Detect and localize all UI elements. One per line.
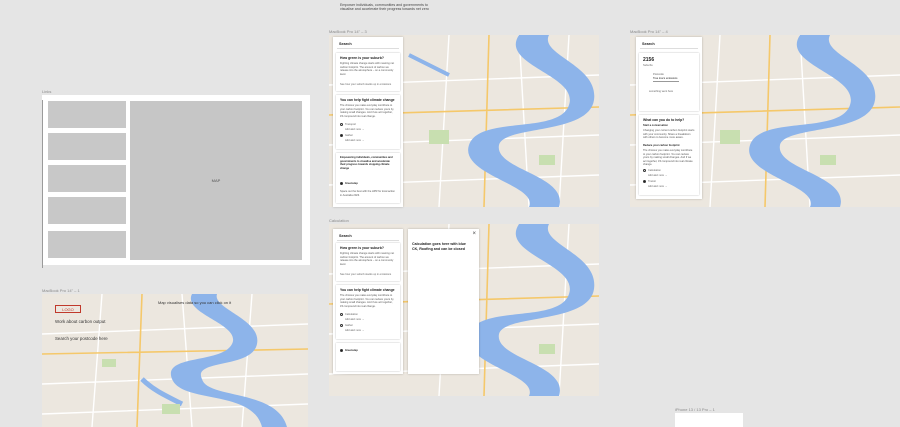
option-radio[interactable] [340, 134, 343, 137]
search-input[interactable]: Search [640, 40, 698, 49]
option-label: Greenstep [345, 349, 358, 352]
card-title: You can help fight climate change [340, 288, 395, 292]
option-radio[interactable] [340, 349, 343, 352]
search-input[interactable]: Search [337, 232, 399, 241]
card-link[interactable]: See how your suburb stacks up in emissio… [340, 83, 391, 86]
mission-card: Empowering individuals, communities and … [336, 153, 400, 203]
wireframe-divider [42, 100, 43, 268]
card-title: How green is your suburb? [340, 246, 384, 250]
option-link[interactable]: Add alert now → [345, 128, 364, 131]
modal-title: Calculation goes here with blue CK, Roof… [412, 242, 466, 251]
card-text: The choices you make everyday contribute… [340, 104, 394, 118]
side-panel: Search How green is your suburb? Fightin… [333, 37, 403, 207]
option-radio[interactable] [643, 180, 646, 183]
side-panel: Search How green is your suburb? Fightin… [333, 229, 403, 374]
option-radio[interactable] [340, 324, 343, 327]
section-text: The choices you make everyday contribute… [643, 149, 693, 166]
side-panel: Search 2156 Suburbs Postcode Tree tree's… [636, 37, 702, 199]
stats-card: 2156 Suburbs Postcode Tree tree's emissi… [639, 53, 699, 111]
stat-field: Postcode [653, 73, 664, 76]
card-title: What can you do to help? [643, 118, 685, 122]
frame-label-calculation: Calculation [329, 218, 349, 223]
list-placeholder [48, 133, 126, 160]
divider [653, 81, 679, 82]
list-placeholder [48, 165, 126, 192]
frame-label-landing: MacBook Pro 14" – 1 [42, 288, 80, 293]
list-placeholder [48, 197, 126, 224]
mission-card: Greenstep [336, 343, 400, 371]
action-card: You can help fight climate change The ch… [336, 285, 400, 339]
map-view[interactable] [42, 294, 308, 427]
list-placeholder [48, 101, 126, 128]
close-icon[interactable]: × [472, 231, 476, 237]
calculation-modal: Calculation goes here with blue CK, Roof… [408, 229, 479, 374]
section-title: Reduce your carbon footprint [643, 144, 680, 147]
card-text: Space out the best with the HPR for loca… [340, 190, 395, 197]
card-title: Empowering individuals, communities and … [340, 156, 393, 170]
stat-unit: Suburbs [643, 64, 653, 67]
postcode-search-prompt[interactable]: Search your postcode here [55, 336, 108, 341]
map-placeholder-label: MAP [211, 178, 221, 183]
action-card: You can help fight climate change The ch… [336, 95, 400, 149]
option-label: Calculation [345, 313, 358, 316]
card-text: Fighting climate change starts with meet… [340, 252, 395, 266]
frame-label-panel-a: MacBook Pro 14" – 3 [329, 29, 367, 34]
logo[interactable]: LOGO [55, 305, 81, 313]
frame-label-mobile: iPhone 13 / 13 Pro – 1 [675, 407, 715, 412]
option-radio[interactable] [643, 169, 646, 172]
option-label: Transit [648, 180, 656, 183]
option-label: Transport [345, 123, 357, 126]
card-title: How green is your suburb? [340, 56, 384, 60]
action-link[interactable]: something went here [649, 90, 673, 93]
wireframe-label: Links [42, 89, 52, 94]
search-input[interactable]: Search [337, 40, 399, 49]
map-graphic [42, 294, 308, 427]
card-text: Fighting climate change starts with meet… [340, 62, 395, 76]
option-radio[interactable] [340, 313, 343, 316]
option-label: Gather [345, 134, 353, 137]
option-label: Gather [345, 324, 353, 327]
map-callout: Map visualises data so you can click on … [158, 300, 232, 305]
stat-field: Tree tree's emissions [653, 77, 678, 80]
section-text: Changing your current carbon footprint s… [643, 129, 695, 139]
card-title: You can help fight climate change [340, 98, 395, 102]
map-placeholder: MAP [130, 101, 302, 260]
list-placeholder [48, 231, 126, 258]
project-note: Empower individuals, communities and gov… [340, 3, 429, 12]
help-card: What can you do to help? Start a convers… [639, 115, 699, 195]
card-text: The choices you make everyday contribute… [340, 294, 394, 308]
option-link[interactable]: Add alert now → [345, 139, 364, 142]
option-link[interactable]: Add alert now → [648, 185, 667, 188]
option-label: Calculation [648, 169, 661, 172]
card-link[interactable]: See how your suburb stacks up in emissio… [340, 273, 391, 276]
mobile-frame [675, 413, 743, 427]
option-link[interactable]: Add alert now → [345, 318, 364, 321]
info-card: How green is your suburb? Fighting clima… [336, 53, 400, 91]
intro-heading: Work about carbon output [55, 319, 106, 324]
stat-number: 2156 [643, 57, 655, 63]
info-card: How green is your suburb? Fighting clima… [336, 243, 400, 281]
option-label: Greenstep [345, 182, 358, 185]
frame-label-panel-b: MacBook Pro 14" – 4 [630, 29, 668, 34]
option-link[interactable]: Add alert now → [345, 329, 364, 332]
option-radio[interactable] [340, 123, 343, 126]
option-radio[interactable] [340, 182, 343, 185]
option-link[interactable]: Add alert now → [648, 174, 667, 177]
section-title: Start a conversation [643, 124, 668, 127]
